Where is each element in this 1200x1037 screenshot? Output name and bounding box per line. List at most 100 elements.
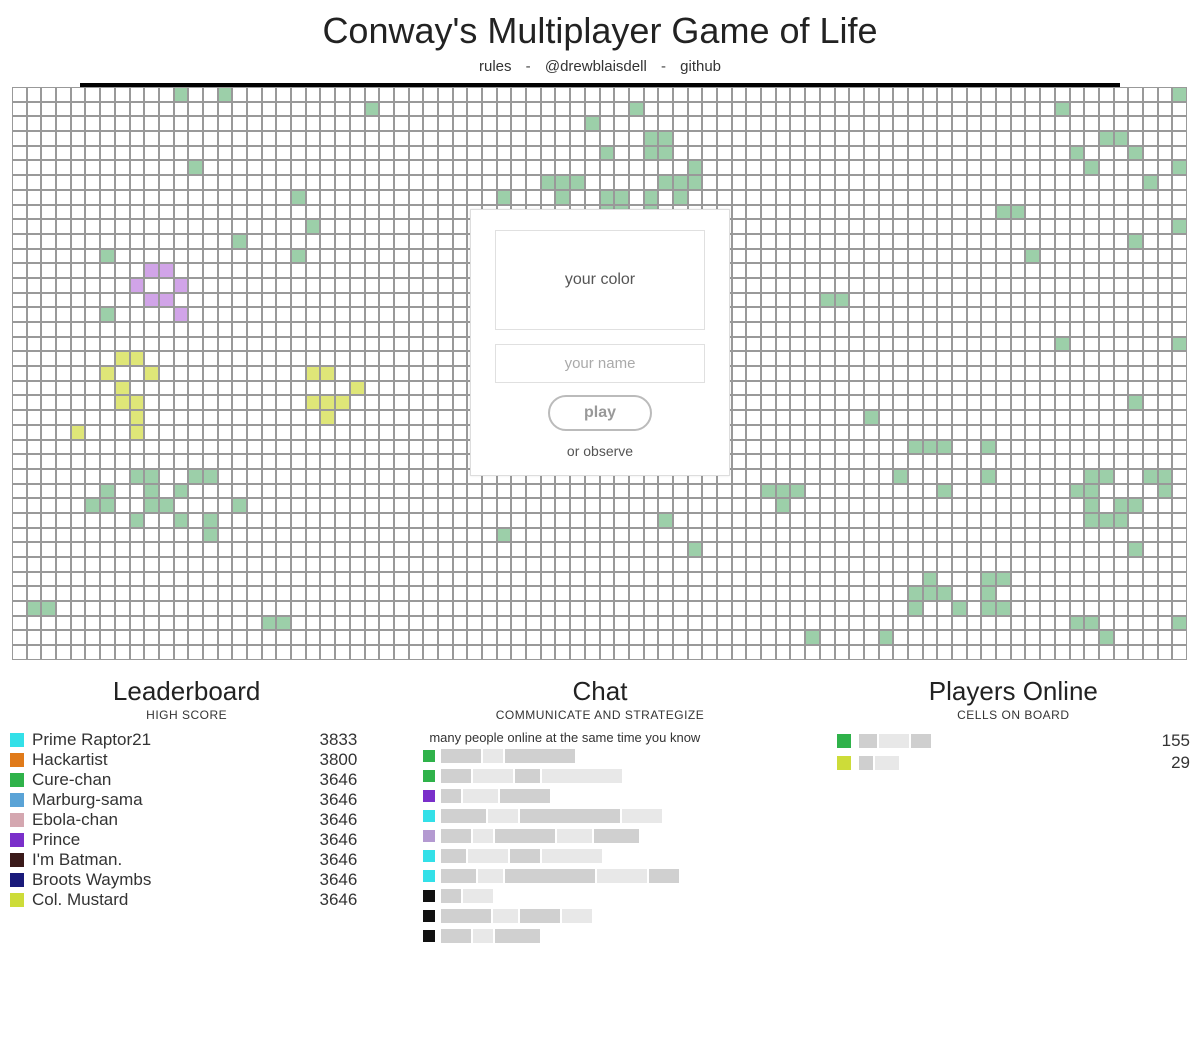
grid-cell[interactable] [320,366,335,381]
grid-cell[interactable] [27,322,42,337]
grid-cell[interactable] [820,630,835,645]
grid-cell[interactable] [1172,337,1187,352]
grid-cell[interactable] [423,102,438,117]
grid-cell[interactable] [555,498,570,513]
grid-cell[interactable] [1128,513,1143,528]
grid-cell[interactable] [1040,131,1055,146]
grid-cell[interactable] [115,190,130,205]
grid-cell[interactable] [805,616,820,631]
grid-cell[interactable] [1128,542,1143,557]
grid-cell[interactable] [981,395,996,410]
grid-cell[interactable] [1114,528,1129,543]
grid-cell[interactable] [1172,102,1187,117]
grid-cell[interactable] [203,410,218,425]
grid-cell[interactable] [27,146,42,161]
grid-cell[interactable] [409,146,424,161]
grid-cell[interactable] [1114,219,1129,234]
grid-cell[interactable] [1114,205,1129,220]
grid-cell[interactable] [790,425,805,440]
grid-cell[interactable] [673,175,688,190]
grid-cell[interactable] [629,645,644,660]
grid-cell[interactable] [835,572,850,587]
grid-cell[interactable] [320,586,335,601]
grid-cell[interactable] [247,131,262,146]
grid-cell[interactable] [614,630,629,645]
grid-cell[interactable] [820,425,835,440]
grid-cell[interactable] [732,484,747,499]
grid-cell[interactable] [937,219,952,234]
grid-cell[interactable] [365,116,380,131]
grid-cell[interactable] [805,116,820,131]
grid-cell[interactable] [247,278,262,293]
grid-cell[interactable] [174,263,189,278]
grid-cell[interactable] [1143,219,1158,234]
grid-cell[interactable] [71,175,86,190]
grid-cell[interactable] [218,542,233,557]
grid-cell[interactable] [453,440,468,455]
grid-cell[interactable] [570,616,585,631]
grid-cell[interactable] [937,395,952,410]
grid-cell[interactable] [1084,351,1099,366]
grid-cell[interactable] [453,205,468,220]
grid-cell[interactable] [1011,293,1026,308]
grid-cell[interactable] [746,542,761,557]
grid-cell[interactable] [776,484,791,499]
grid-cell[interactable] [1114,293,1129,308]
grid-cell[interactable] [291,498,306,513]
grid-cell[interactable] [1158,498,1173,513]
grid-cell[interactable] [174,131,189,146]
grid-cell[interactable] [100,381,115,396]
grid-cell[interactable] [159,454,174,469]
grid-cell[interactable] [306,219,321,234]
grid-cell[interactable] [1070,293,1085,308]
grid-cell[interactable] [790,322,805,337]
grid-cell[interactable] [335,337,350,352]
grid-cell[interactable] [1025,160,1040,175]
grid-cell[interactable] [658,645,673,660]
grid-cell[interactable] [702,513,717,528]
grid-cell[interactable] [85,513,100,528]
grid-cell[interactable] [511,131,526,146]
grid-cell[interactable] [379,131,394,146]
grid-cell[interactable] [262,351,277,366]
grid-cell[interactable] [658,102,673,117]
grid-cell[interactable] [100,249,115,264]
grid-cell[interactable] [923,395,938,410]
grid-cell[interactable] [379,469,394,484]
grid-cell[interactable] [12,366,27,381]
grid-cell[interactable] [394,601,409,616]
grid-cell[interactable] [365,131,380,146]
grid-cell[interactable] [1128,572,1143,587]
grid-cell[interactable] [218,366,233,381]
grid-cell[interactable] [1143,381,1158,396]
grid-cell[interactable] [1040,293,1055,308]
grid-cell[interactable] [262,102,277,117]
grid-cell[interactable] [306,351,321,366]
grid-cell[interactable] [41,484,56,499]
grid-cell[interactable] [967,219,982,234]
grid-cell[interactable] [1055,116,1070,131]
grid-cell[interactable] [996,440,1011,455]
grid-cell[interactable] [658,160,673,175]
grid-cell[interactable] [203,469,218,484]
grid-cell[interactable] [967,234,982,249]
grid-cell[interactable] [702,160,717,175]
grid-cell[interactable] [203,190,218,205]
grid-cell[interactable] [100,175,115,190]
grid-cell[interactable] [967,616,982,631]
grid-cell[interactable] [100,263,115,278]
grid-cell[interactable] [1143,440,1158,455]
grid-cell[interactable] [320,469,335,484]
grid-cell[interactable] [864,454,879,469]
grid-cell[interactable] [761,146,776,161]
grid-cell[interactable] [159,630,174,645]
grid-cell[interactable] [423,395,438,410]
grid-cell[interactable] [864,440,879,455]
grid-cell[interactable] [379,498,394,513]
leaderboard-list[interactable]: Prime Raptor213833Hackartist3800Cure-cha… [10,730,363,950]
grid-cell[interactable] [1158,586,1173,601]
grid-cell[interactable] [247,425,262,440]
grid-cell[interactable] [218,160,233,175]
grid-cell[interactable] [879,219,894,234]
grid-cell[interactable] [952,513,967,528]
